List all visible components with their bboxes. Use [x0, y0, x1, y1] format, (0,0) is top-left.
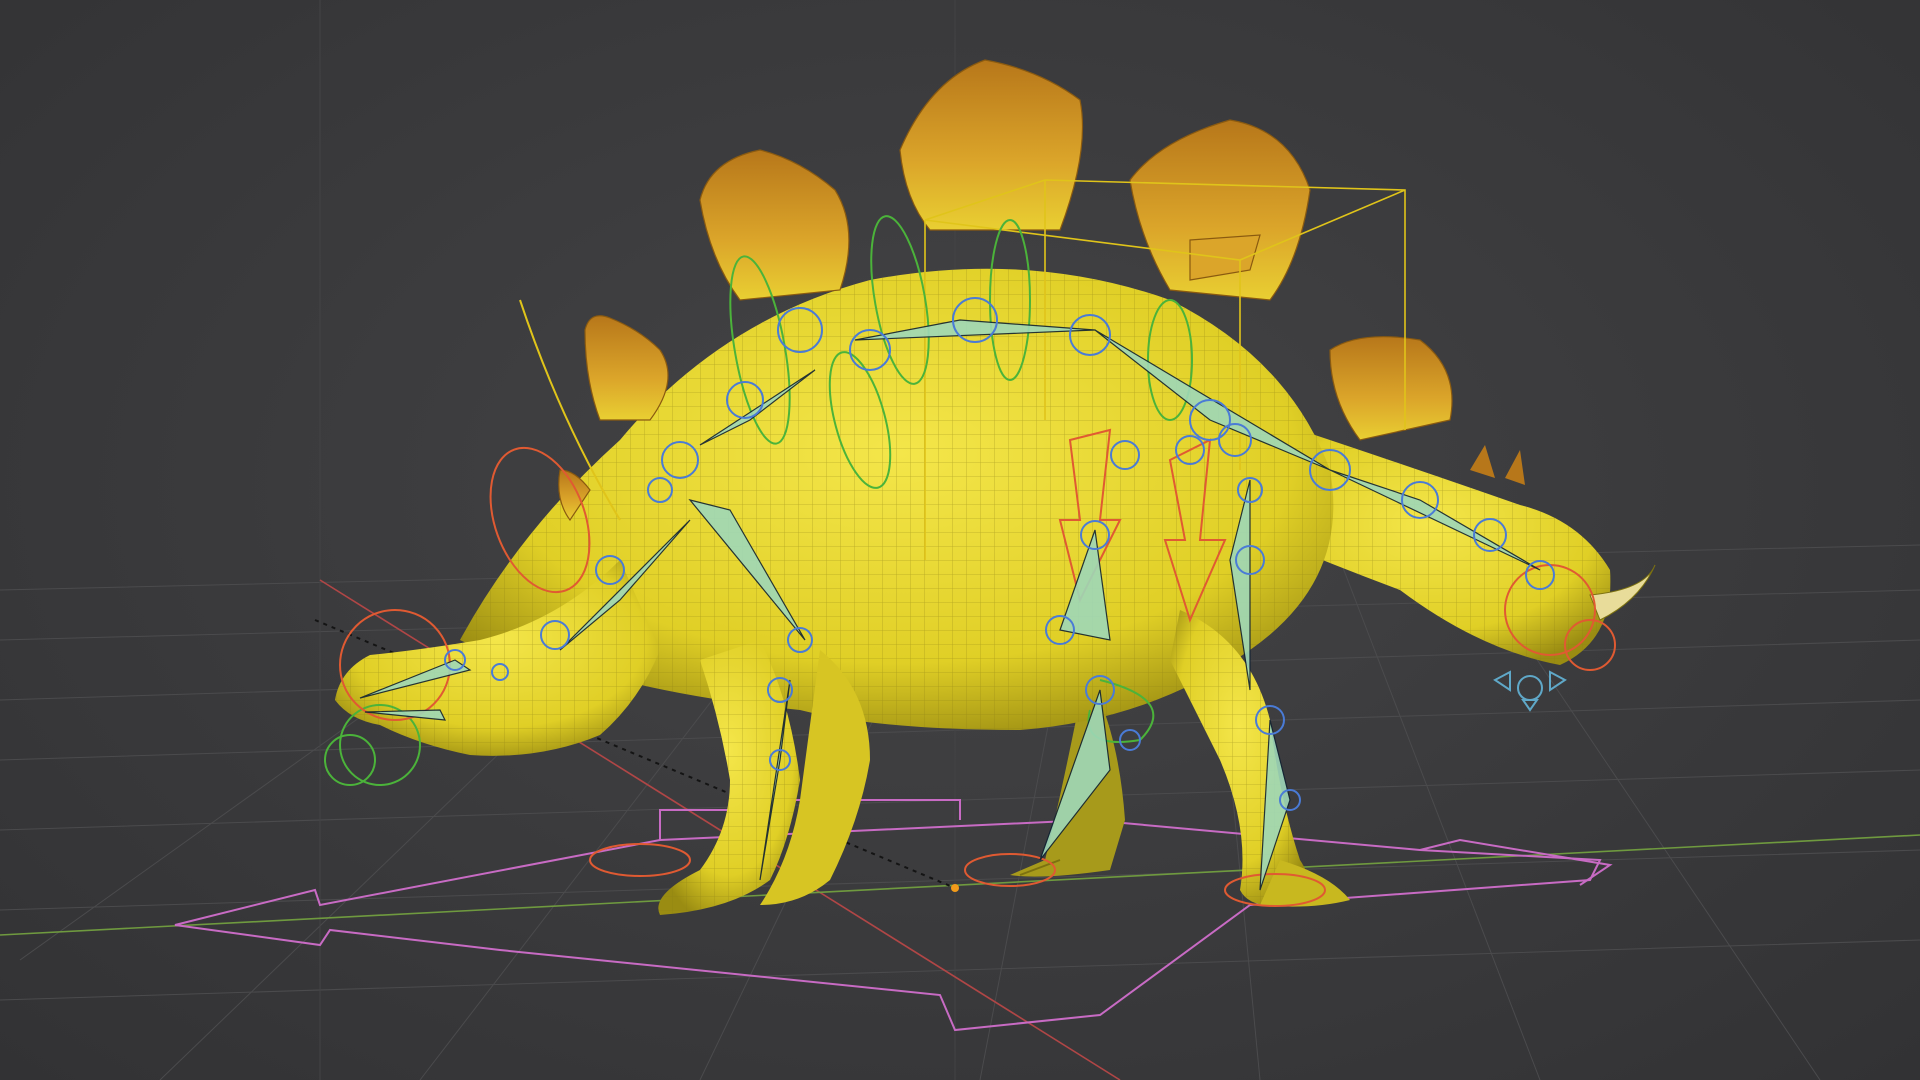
tail-tip-control[interactable] [1493, 670, 1567, 712]
world-origin[interactable] [951, 884, 959, 892]
3d-viewport[interactable] [0, 0, 1920, 1080]
y-axis-line [0, 834, 1920, 936]
stegosaurus-mesh[interactable] [335, 268, 1656, 915]
scene-canvas[interactable] [0, 0, 1920, 1080]
